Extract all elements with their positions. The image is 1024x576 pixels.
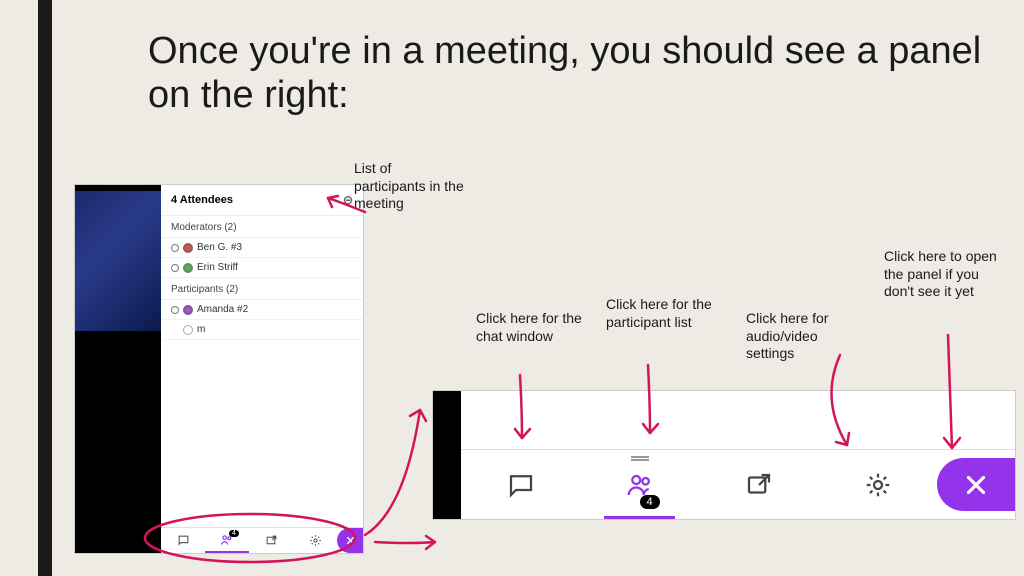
toolbar-enlarged: 4: [432, 390, 1016, 520]
mic-icon: [171, 244, 179, 252]
avatar: [183, 263, 193, 273]
list-item[interactable]: Amanda #2: [161, 300, 363, 320]
callout-av: Click here for audio/video settings: [746, 310, 866, 363]
collapse-icon[interactable]: ⊝: [343, 193, 353, 207]
mic-icon: [171, 264, 179, 272]
share-icon: [744, 470, 774, 500]
person-name: Ben G. #3: [197, 242, 242, 253]
people-tab[interactable]: 4: [580, 450, 699, 519]
person-name: Amanda #2: [197, 304, 248, 315]
chat-icon: [177, 534, 190, 547]
mini-share-tab[interactable]: [249, 528, 293, 553]
count-badge: 4: [229, 530, 239, 537]
chat-icon: [506, 470, 536, 500]
mic-icon: [171, 306, 179, 314]
list-item[interactable]: m: [161, 320, 363, 340]
person-name: m: [197, 324, 205, 335]
participants-panel-screenshot: 4 Attendees ⊝ Moderators (2) Ben G. #3 E…: [74, 184, 364, 554]
callout-chat: Click here for the chat window: [476, 310, 586, 345]
arrow-annotation: [370, 530, 450, 560]
video-thumbnail: [75, 191, 161, 331]
toolbar-black-strip: [433, 391, 461, 519]
mini-close-tab[interactable]: [337, 528, 363, 553]
attendee-header: 4 Attendees ⊝: [161, 185, 363, 216]
share-tab[interactable]: [699, 450, 818, 519]
callout-open: Click here to open the panel if you don'…: [884, 248, 1004, 301]
close-icon: [961, 470, 991, 500]
gear-icon: [309, 534, 322, 547]
avatar: [183, 305, 193, 315]
chat-tab[interactable]: [461, 450, 580, 519]
attendees-list: 4 Attendees ⊝ Moderators (2) Ben G. #3 E…: [161, 185, 363, 527]
participant-count-badge: 4: [640, 495, 660, 509]
list-item[interactable]: Erin Striff: [161, 258, 363, 278]
moderators-header: Moderators (2): [161, 216, 363, 238]
close-panel-button[interactable]: [937, 458, 1015, 511]
avatar: [183, 243, 193, 253]
close-icon: [345, 535, 356, 546]
slide-accent-bar: [38, 0, 52, 576]
mini-settings-tab[interactable]: [293, 528, 337, 553]
drag-handle-icon: [631, 456, 649, 458]
participants-header: Participants (2): [161, 278, 363, 300]
callout-participant-list: List of participants in the meeting: [354, 160, 464, 213]
avatar: [183, 325, 193, 335]
share-icon: [265, 534, 278, 547]
slide-title: Once you're in a meeting, you should see…: [148, 30, 1024, 117]
mini-people-tab[interactable]: 4: [205, 528, 249, 553]
attendee-count-label: 4 Attendees: [171, 194, 233, 206]
person-name: Erin Striff: [197, 262, 238, 273]
mini-chat-tab[interactable]: [161, 528, 205, 553]
callout-participants: Click here for the participant list: [606, 296, 716, 331]
settings-tab[interactable]: [818, 450, 937, 519]
panel-mini-tabs: 4: [161, 527, 363, 553]
gear-icon: [863, 470, 893, 500]
list-item[interactable]: Ben G. #3: [161, 238, 363, 258]
